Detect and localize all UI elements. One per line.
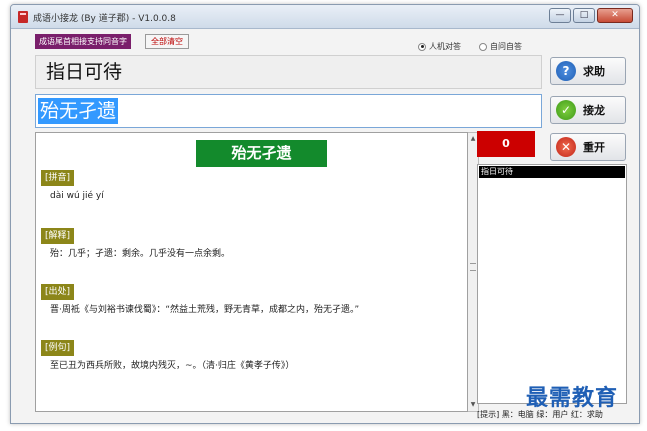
close-button[interactable]: ✕ [597, 8, 633, 23]
mode-tag: 成语尾首相接支持同音字 [35, 34, 131, 49]
maximize-button[interactable]: □ [573, 8, 595, 23]
connect-button-label: 接龙 [583, 104, 605, 117]
radio-self-play[interactable]: 自问自答 [479, 41, 522, 52]
radio-label: 自问自答 [490, 42, 522, 51]
section-text-source: 晋·周祗《与刘裕书谏伐蜀》：“然益土荒残，野无青草，成都之内，殆无孑遗。” [50, 305, 360, 315]
app-window: 成语小接龙 (By 道子郡) - V1.0.0.8 — □ ✕ 成语尾首相接支持… [10, 4, 640, 424]
watermark-logo: 最需教育 [526, 385, 619, 411]
section-text-example: 至已丑为西兵所败，故境内残灭，~。（清·归庄《黄孝子传》） [50, 361, 295, 371]
idiom-detail-panel: 殆无孑遗 [拼音] dài wú jié yí [解释] 殆：几乎；孑遗：剩余。… [35, 132, 468, 412]
section-label-source: [出处] [41, 284, 75, 300]
section-label-pinyin: [拼音] [41, 170, 75, 186]
help-button[interactable]: ? 求助 [550, 57, 626, 85]
section-text-pinyin: dài wú jié yí [50, 191, 104, 201]
scroll-thumb[interactable] [470, 263, 476, 271]
question-icon: ? [556, 61, 576, 81]
title-bar[interactable]: 成语小接龙 (By 道子郡) - V1.0.0.8 — □ ✕ [11, 5, 639, 29]
mode-radio-group: 人机对答 自问自答 [418, 41, 522, 52]
window-controls: — □ ✕ [549, 8, 633, 24]
score-display: 0 [477, 131, 535, 157]
help-button-label: 求助 [583, 65, 605, 78]
app-icon [18, 11, 28, 23]
section-text-meaning: 殆：几乎；孑遗：剩余。几乎没有一点余剩。 [50, 249, 231, 259]
idiom-input[interactable]: 殆无孑遗 [35, 94, 542, 128]
clear-all-button[interactable]: 全部清空 [145, 34, 189, 49]
history-list: 指日可待 [477, 164, 627, 404]
connect-button[interactable]: ✓ 接龙 [550, 96, 626, 124]
restart-button[interactable]: ✕ 重开 [550, 133, 626, 161]
close-circle-icon: ✕ [556, 137, 576, 157]
history-item[interactable]: 指日可待 [479, 166, 625, 178]
previous-idiom-field: 指日可待 [35, 55, 542, 89]
section-label-meaning: [解释] [41, 228, 75, 244]
section-label-example: [例句] [41, 340, 75, 356]
check-icon: ✓ [556, 100, 576, 120]
idiom-heading: 殆无孑遗 [196, 140, 327, 167]
idiom-input-text: 殆无孑遗 [38, 98, 119, 124]
radio-selected-icon [418, 42, 426, 51]
radio-human-vs-computer[interactable]: 人机对答 [418, 41, 461, 52]
radio-label: 人机对答 [429, 42, 461, 51]
restart-button-label: 重开 [583, 141, 605, 154]
minimize-button[interactable]: — [549, 8, 571, 23]
radio-unselected-icon [479, 42, 487, 51]
window-title: 成语小接龙 (By 道子郡) - V1.0.0.8 [33, 14, 176, 24]
